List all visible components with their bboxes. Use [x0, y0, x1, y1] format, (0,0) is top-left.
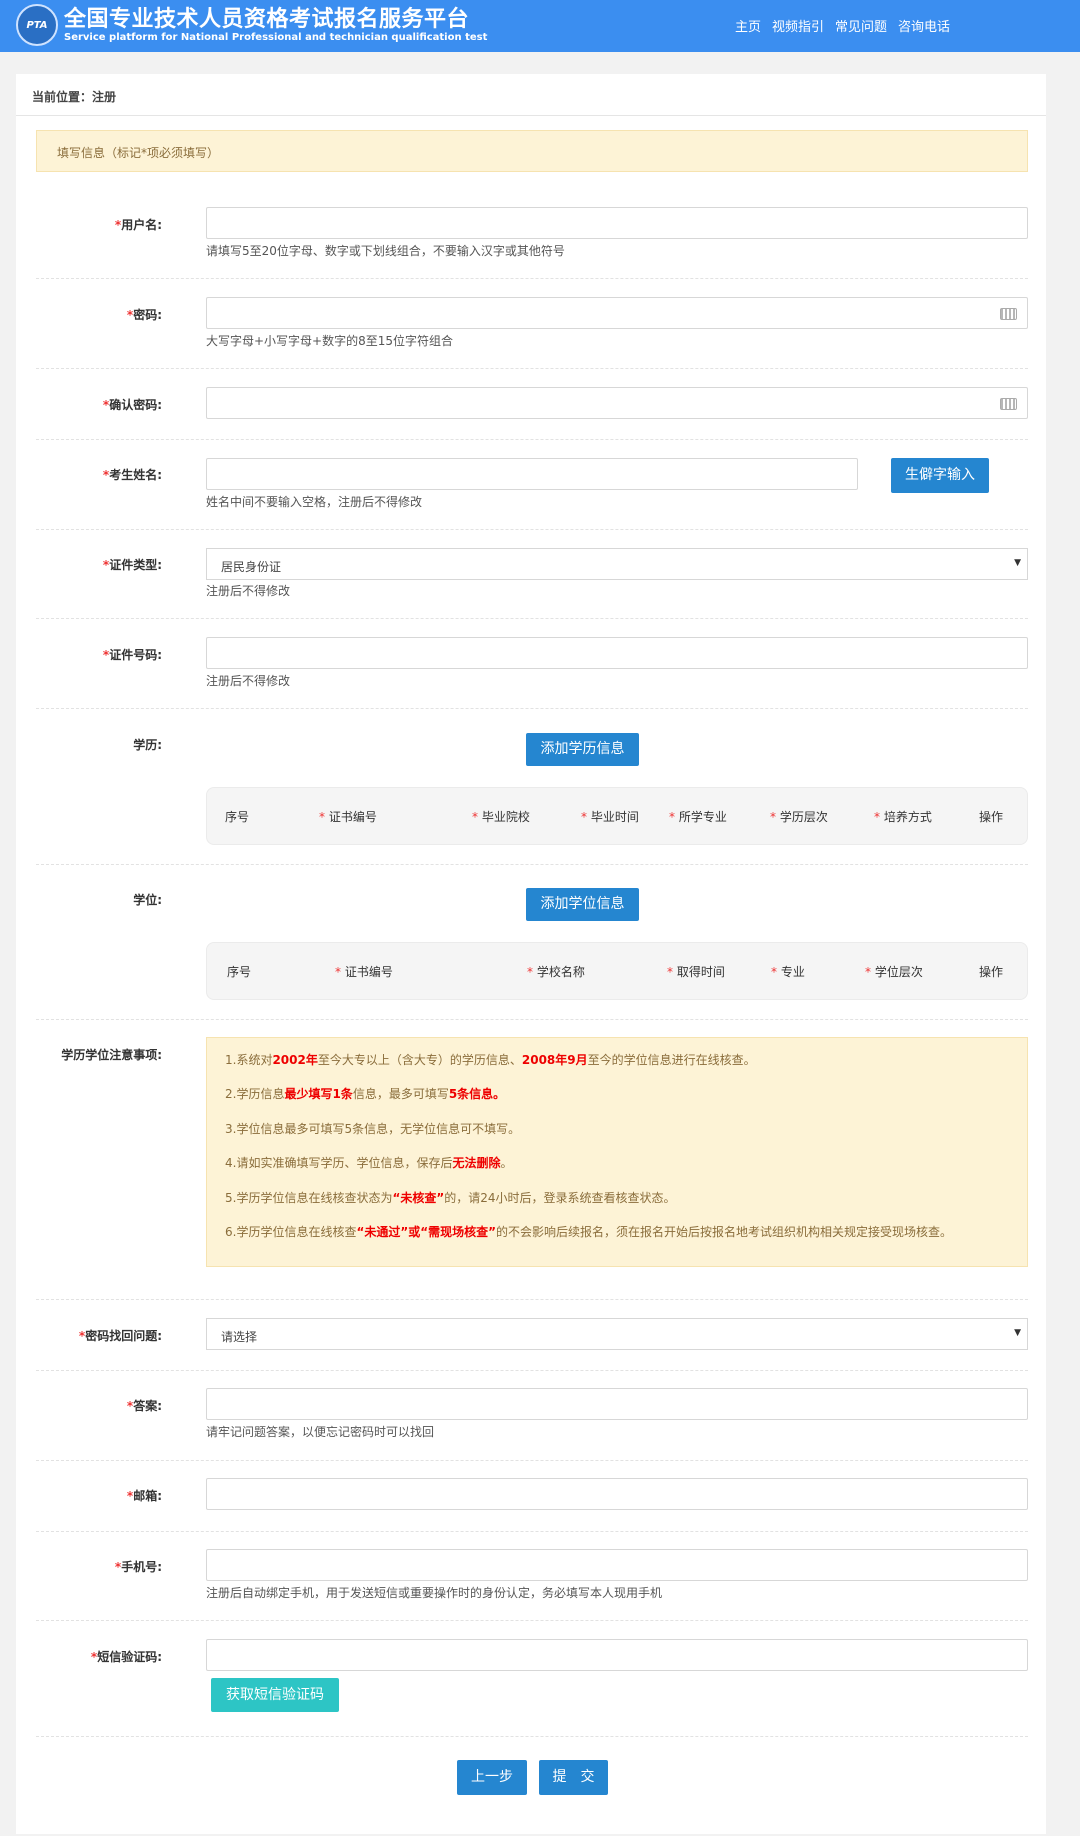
divider: [36, 1531, 1028, 1532]
sms-code-input[interactable]: [206, 1639, 1028, 1671]
add-education-button[interactable]: 添加学历信息: [526, 733, 639, 766]
divider: [36, 1460, 1028, 1461]
divider: [36, 708, 1028, 709]
note-item: 3.学位信息最多可填写5条信息，无学位信息可不填写。: [225, 1121, 521, 1136]
id-number-label: *证件号码:: [102, 648, 162, 662]
divider: [36, 529, 1028, 530]
get-sms-code-button[interactable]: 获取短信验证码: [211, 1678, 339, 1712]
divider: [36, 1019, 1028, 1020]
register-panel: 当前位置：注册 填写信息（标记*项必须填写） *用户名: 请填写5至20位字母、…: [16, 74, 1046, 1834]
password-input[interactable]: [206, 297, 1028, 329]
column-header: * 学校名称: [527, 965, 585, 979]
nav-video-guide[interactable]: 视频指引: [772, 16, 824, 35]
answer-label: *答案:: [126, 1399, 162, 1413]
username-hint: 请填写5至20位字母、数字或下划线组合，不要输入汉字或其他符号: [206, 244, 565, 258]
site-title: 全国专业技术人员资格考试报名服务平台: [64, 7, 470, 32]
divider: [36, 1736, 1028, 1737]
dropdown-caret-icon: ▼: [1014, 558, 1021, 568]
id-number-hint: 注册后不得修改: [206, 674, 291, 688]
education-label: 学历:: [133, 738, 162, 752]
breadcrumb: 当前位置：注册: [16, 74, 1046, 116]
notes-label: 学历学位注意事项:: [61, 1048, 162, 1062]
column-header: 操作: [979, 965, 1004, 979]
note-item: 4.请如实准确填写学历、学位信息，保存后无法删除。: [225, 1156, 513, 1171]
keyboard-icon[interactable]: [1000, 398, 1017, 410]
id-type-label: *证件类型:: [102, 558, 162, 572]
pta-logo-icon: PTA: [16, 4, 58, 46]
name-hint: 姓名中间不要输入空格，注册后不得修改: [206, 495, 423, 509]
column-header: * 取得时间: [667, 965, 725, 979]
column-header: * 毕业时间: [581, 810, 639, 824]
id-number-input[interactable]: [206, 637, 1028, 669]
phone-input[interactable]: [206, 1549, 1028, 1581]
divider: [36, 1299, 1028, 1300]
nav-hotline[interactable]: 咨询电话: [898, 16, 950, 35]
answer-hint: 请牢记问题答案，以便忘记密码时可以找回: [206, 1425, 435, 1439]
previous-step-button[interactable]: 上一步: [457, 1760, 527, 1795]
site-header: PTA 全国专业技术人员资格考试报名服务平台 Service platform …: [0, 0, 1080, 52]
column-header: 序号: [225, 810, 250, 824]
column-header: * 所学专业: [669, 810, 727, 824]
divider: [36, 1620, 1028, 1621]
divider: [36, 1370, 1028, 1371]
dropdown-caret-icon: ▼: [1014, 1328, 1021, 1338]
answer-input[interactable]: [206, 1388, 1028, 1420]
username-input[interactable]: [206, 207, 1028, 239]
divider: [36, 439, 1028, 440]
education-degree-notes: 1.系统对2002年至今大专以上（含大专）的学历信息、2008年9月至今的学位信…: [206, 1037, 1028, 1267]
submit-button[interactable]: 提 交: [539, 1760, 608, 1795]
note-item: 1.系统对2002年至今大专以上（含大专）的学历信息、2008年9月至今的学位信…: [225, 1053, 756, 1067]
email-input[interactable]: [206, 1478, 1028, 1510]
sms-code-label: *短信验证码:: [90, 1650, 162, 1664]
keyboard-icon[interactable]: [1000, 308, 1017, 320]
column-header: * 毕业院校: [472, 810, 530, 824]
column-header: * 证书编号: [335, 965, 393, 979]
name-input[interactable]: [206, 458, 858, 490]
site-subtitle: Service platform for National Profession…: [64, 32, 488, 43]
note-item: 5.学历学位信息在线核查状态为“未核查”的，请24小时后，登录系统查看核查状态。: [225, 1190, 676, 1205]
nav-faq[interactable]: 常见问题: [835, 16, 887, 35]
id-type-hint: 注册后不得修改: [206, 584, 291, 598]
rare-char-input-button[interactable]: 生僻字输入: [891, 458, 989, 493]
column-header: * 培养方式: [874, 810, 932, 824]
email-label: *邮箱:: [126, 1489, 162, 1503]
username-label: *用户名:: [114, 218, 162, 232]
divider: [36, 618, 1028, 619]
name-label: *考生姓名:: [102, 468, 162, 482]
column-header: * 学位层次: [865, 965, 923, 979]
column-header: 序号: [227, 965, 252, 979]
id-type-select[interactable]: 居民身份证 ▼: [206, 548, 1028, 580]
top-nav: 主页 视频指引 常见问题 咨询电话: [735, 16, 950, 35]
divider: [36, 368, 1028, 369]
password-hint: 大写字母+小写字母+数字的8至15位字符组合: [206, 334, 454, 348]
confirm-password-input[interactable]: [206, 387, 1028, 419]
password-label: *密码:: [126, 308, 162, 322]
note-item: 6.学历学位信息在线核查“未通过”或“需现场核查”的不会影响后续报名，须在报名开…: [225, 1224, 953, 1239]
confirm-password-label: *确认密码:: [102, 398, 162, 412]
degree-label: 学位:: [133, 893, 162, 907]
phone-label: *手机号:: [114, 1560, 162, 1574]
security-question-label: *密码找回问题:: [78, 1329, 162, 1343]
note-item: 2.学历信息最少填写1条信息，最多可填写5条信息。: [225, 1087, 506, 1102]
column-header: 操作: [979, 810, 1004, 824]
security-question-select[interactable]: 请选择 ▼: [206, 1318, 1028, 1350]
column-header: * 学历层次: [770, 810, 828, 824]
column-header: * 证书编号: [319, 810, 377, 824]
phone-hint: 注册后自动绑定手机，用于发送短信或重要操作时的身份认定，务必填写本人现用手机: [206, 1586, 663, 1600]
degree-table-header: 序号 * 证书编号 * 学校名称 * 取得时间 * 专业 * 学位层次 操作: [206, 942, 1028, 1000]
add-degree-button[interactable]: 添加学位信息: [526, 888, 639, 921]
divider: [36, 864, 1028, 865]
education-table-header: 序号 * 证书编号 * 毕业院校 * 毕业时间 * 所学专业 * 学历层次 * …: [206, 787, 1028, 845]
nav-home[interactable]: 主页: [735, 16, 761, 35]
required-notice: 填写信息（标记*项必须填写）: [36, 130, 1028, 172]
column-header: * 专业: [771, 965, 805, 979]
divider: [36, 278, 1028, 279]
